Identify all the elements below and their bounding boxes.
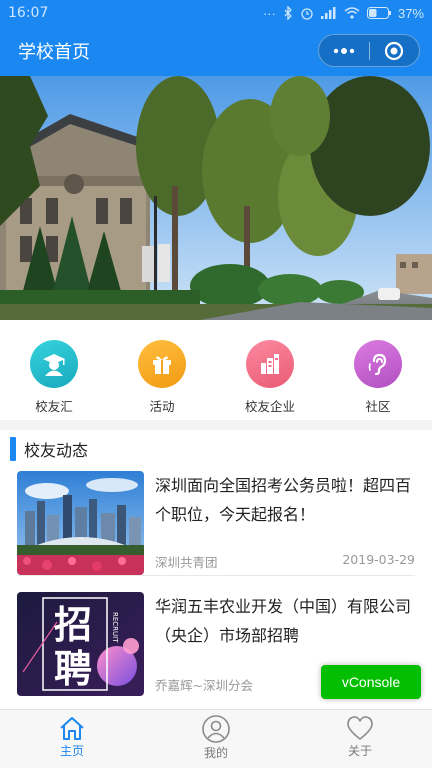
close-miniprogram-button[interactable] xyxy=(370,35,420,66)
news-item[interactable]: 深圳面向全国招考公务员啦！超四百个职位，今天起报名！ 深圳共青团 2019-03… xyxy=(17,471,415,576)
news-date: 2019-03-29 xyxy=(342,552,415,567)
gift-box-icon xyxy=(138,340,186,388)
battery-icon xyxy=(366,7,391,19)
news-meta: 深圳共青团 2019-03-29 xyxy=(155,552,415,571)
city-skyline-image xyxy=(17,471,144,575)
menu-item-activity[interactable]: 活动 xyxy=(108,320,216,420)
more-dots-icon xyxy=(333,47,354,54)
recruit-char-1: 招 xyxy=(54,603,92,647)
buildings-icon xyxy=(246,340,294,388)
section-header: 校友动态 xyxy=(10,436,88,462)
signal-icon xyxy=(320,7,336,19)
alarm-icon xyxy=(301,8,313,20)
more-button[interactable] xyxy=(319,35,369,66)
recruit-poster-image: 招 聘 RECRUIT xyxy=(17,592,144,696)
tab-label: 我的 xyxy=(203,746,228,760)
news-thumbnail: 招 聘 RECRUIT xyxy=(17,592,144,696)
section-divider xyxy=(0,420,432,430)
menu-label: 活动 xyxy=(149,399,175,414)
ear-icon xyxy=(354,340,402,388)
recruit-char-2: 聘 xyxy=(54,647,92,691)
recruit-side-text: RECRUIT xyxy=(111,612,119,643)
nav-bar: 学校首页 xyxy=(0,26,432,76)
menu-item-alumni-enterprise[interactable]: 校友企业 xyxy=(216,320,324,420)
more-dots-icon: ··· xyxy=(262,5,276,21)
news-content: 深圳面向全国招考公务员啦！超四百个职位，今天起报名！ 深圳共青团 2019-03… xyxy=(155,471,415,575)
tab-label: 主页 xyxy=(59,744,84,758)
capsule-menu xyxy=(318,34,420,67)
menu-item-community[interactable]: 社区 xyxy=(324,320,432,420)
menu-label: 校友汇 xyxy=(35,399,73,414)
news-title: 深圳面向全国招考公务员啦！超四百个职位，今天起报名！ xyxy=(155,476,412,524)
user-icon xyxy=(202,715,230,743)
battery-level: 37% xyxy=(397,5,424,21)
tab-about[interactable]: 关于 xyxy=(288,710,432,768)
tab-label: 关于 xyxy=(347,744,372,758)
bluetooth-icon xyxy=(284,6,292,20)
heart-icon xyxy=(347,716,373,740)
menu-label: 校友企业 xyxy=(244,399,295,414)
menu-item-alumni[interactable]: 校友汇 xyxy=(0,320,108,420)
tab-mine[interactable]: 我的 xyxy=(144,710,288,768)
news-source: 深圳共青团 xyxy=(155,555,218,570)
status-time: 16:07 xyxy=(8,5,49,21)
section-accent-bar xyxy=(10,437,16,461)
campus-photo xyxy=(0,76,432,320)
tab-home[interactable]: 主页 xyxy=(0,710,144,768)
target-icon xyxy=(385,41,404,60)
banner-image[interactable] xyxy=(0,76,432,320)
graduate-icon xyxy=(30,340,78,388)
home-icon xyxy=(60,717,84,740)
page-title: 学校首页 xyxy=(18,42,90,63)
vconsole-button[interactable]: vConsole xyxy=(321,665,421,699)
section-title: 校友动态 xyxy=(24,441,89,460)
quick-menu: 校友汇 活动 校友企业 社区 xyxy=(0,320,432,420)
status-icons: ··· 37% xyxy=(263,6,424,21)
wifi-icon xyxy=(344,7,360,19)
news-thumbnail xyxy=(17,471,144,575)
status-bar: 16:07 ··· 37% xyxy=(0,0,432,26)
tab-bar: 主页 我的 关于 xyxy=(0,709,432,768)
menu-label: 社区 xyxy=(365,399,391,414)
news-source: 乔嘉辉~深圳分会 xyxy=(155,678,253,693)
news-title: 华润五丰农业开发（中国）有限公司（央企）市场部招聘 xyxy=(155,597,412,645)
